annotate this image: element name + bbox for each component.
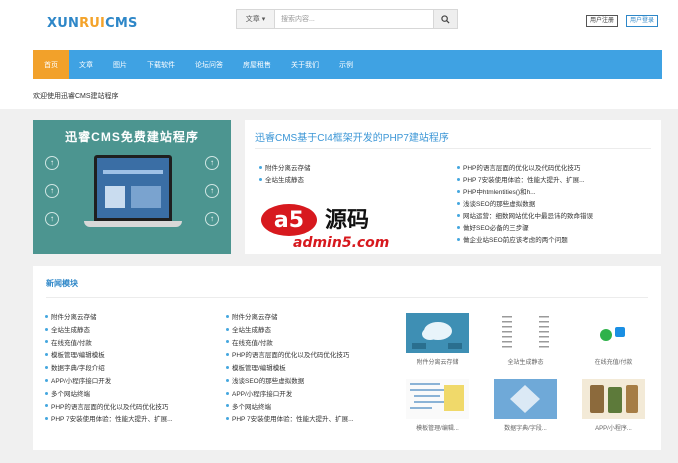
arrow-up-icon: ↑ [205, 156, 219, 170]
logo-text: XUNRUICMS [47, 15, 138, 31]
news-title[interactable]: 新闻模块 [46, 278, 78, 289]
arrow-up-icon: ↑ [45, 156, 59, 170]
thumbnail-card[interactable]: APP/小程序... [582, 379, 645, 432]
thumbnail-card[interactable]: 附件分离云存储 [406, 313, 469, 366]
list-item[interactable]: 全站生成静态 [45, 325, 215, 338]
thumbnail-card[interactable]: 数据字典/字段... [494, 379, 557, 432]
list-item[interactable]: 模板管理/编辑模板 [45, 350, 215, 363]
user-buttons: 用户注册 用户登录 [586, 15, 659, 27]
list-item[interactable]: 附件分离云存储 [45, 312, 215, 325]
featured-list-left: 附件分离云存储 全站生成静态 [259, 163, 311, 187]
list-item[interactable]: 数据字典/字段介绍 [45, 363, 215, 376]
svg-text:a5: a5 [274, 208, 304, 233]
nav-item-images[interactable]: 图片 [103, 50, 137, 79]
thumbnail-image [406, 313, 469, 353]
nav-item-downloads[interactable]: 下载软件 [137, 50, 185, 79]
thumbnail-image [406, 379, 469, 419]
thumbnail-card[interactable]: 全站生成静态 [494, 313, 557, 366]
thumbnail-image [582, 313, 645, 353]
thumbnail-grid: 附件分离云存储 全站生成静态 在线充值/付款 模板管理/编辑... 数据字典/字… [406, 313, 651, 443]
list-item[interactable]: 全站生成静态 [226, 325, 386, 338]
svg-text:源码: 源码 [325, 208, 369, 233]
list-item[interactable]: 附件分离云存储 [259, 163, 311, 175]
nav-item-home[interactable]: 首页 [33, 50, 69, 79]
list-item[interactable]: 多个网站终端 [226, 402, 386, 415]
thumbnail-image [582, 379, 645, 419]
header: XUNRUICMS 文章 ▾ 用户注册 用户登录 [0, 0, 678, 50]
thumbnail-caption: 在线充值/付款 [594, 360, 633, 366]
thumbnail-card[interactable]: 模板管理/编辑... [406, 379, 469, 432]
news-list-left: 附件分离云存储 全站生成静态 在线充值/付款 模板管理/编辑模板 数据字典/字段… [45, 312, 215, 427]
search-bar: 文章 ▾ [236, 9, 458, 29]
arrow-up-icon: ↑ [205, 184, 219, 198]
a5-watermark-logo: a5 源码 admin5.com [261, 204, 389, 251]
thumbnail-image [494, 379, 557, 419]
nav-item-housing[interactable]: 房屋租售 [233, 50, 281, 79]
search-category-select[interactable]: 文章 ▾ [237, 10, 275, 28]
thumbnail-caption: 附件分离云存储 [416, 360, 459, 366]
arrow-up-icon: ↑ [45, 212, 59, 226]
arrow-up-icon: ↑ [45, 184, 59, 198]
list-item[interactable]: PHP 7安装使用体验：性能大提升、扩展... [45, 414, 215, 427]
banner-title: 迅睿CMS免费建站程序 [65, 130, 199, 144]
list-item[interactable]: APP/小程序接口开发 [45, 376, 215, 389]
thumbnail-caption: 数据字典/字段... [504, 426, 547, 432]
list-item[interactable]: 模板管理/编辑模板 [226, 363, 386, 376]
list-item[interactable]: 网站运营：细数网站优化中最忌讳的致命错误 [457, 211, 647, 223]
featured-title[interactable]: 迅睿CMS基于CI4框架开发的PHP7建站程序 [255, 129, 449, 144]
list-item[interactable]: PHP 7安装使用体验：性能大提升、扩展... [226, 414, 386, 427]
thumbnail-caption: APP/小程序... [595, 426, 632, 432]
list-item[interactable]: 做好SEO必备的三步骤 [457, 223, 647, 235]
list-item[interactable]: PHP的语言层面的优化以及代码优化技巧 [226, 350, 386, 363]
site-logo[interactable]: XUNRUICMS [47, 13, 138, 33]
thumbnail-card[interactable]: 在线充值/付款 [582, 313, 645, 366]
list-item[interactable]: APP/小程序接口开发 [226, 389, 386, 402]
laptop-base [84, 221, 182, 227]
list-item[interactable]: PHP中htmlentities()和h... [457, 187, 647, 199]
list-item[interactable]: 浅谈SEO的那些虚拟数据 [226, 376, 386, 389]
list-item[interactable]: 在线充值/付款 [45, 338, 215, 351]
svg-text:admin5.com: admin5.com [293, 235, 389, 251]
banner-slide[interactable]: 迅睿CMS免费建站程序 ↑ ↑ ↑ ↑ ↑ ↑ [33, 120, 231, 254]
news-module: 新闻模块 附件分离云存储 全站生成静态 在线充值/付款 模板管理/编辑模板 数据… [33, 266, 661, 450]
list-item[interactable]: 浅谈SEO的那些虚拟数据 [457, 199, 647, 211]
featured-panel: 迅睿CMS基于CI4框架开发的PHP7建站程序 附件分离云存储 全站生成静态 a… [245, 120, 661, 254]
thumbnail-caption: 全站生成静态 [507, 360, 544, 366]
nav-item-forum[interactable]: 论坛问答 [185, 50, 233, 79]
list-item[interactable]: 全站生成静态 [259, 175, 311, 187]
main-nav: 首页 文章 图片 下载软件 论坛问答 房屋租售 关于我们 示例 [33, 50, 662, 79]
chevron-down-icon: ▾ [261, 16, 266, 23]
list-item[interactable]: 多个网站终端 [45, 389, 215, 402]
list-item[interactable]: 附件分离云存储 [226, 312, 386, 325]
search-category-label: 文章 [245, 16, 260, 23]
laptop-image [94, 155, 172, 221]
arrow-up-icon: ↑ [205, 212, 219, 226]
list-item[interactable]: PHP 7安装使用体验：性能大提升、扩展... [457, 175, 647, 187]
thumbnail-image [494, 313, 557, 353]
nav-item-about[interactable]: 关于我们 [281, 50, 329, 79]
search-icon [441, 14, 450, 24]
list-item[interactable]: 在线充值/付款 [226, 338, 386, 351]
divider [255, 148, 651, 149]
search-input[interactable] [275, 10, 433, 28]
featured-list-right: PHP的语言层面的优化以及代码优化技巧 PHP 7安装使用体验：性能大提升、扩展… [457, 163, 647, 247]
list-item[interactable]: PHP的语言层面的优化以及代码优化技巧 [45, 402, 215, 415]
divider [46, 297, 648, 298]
list-item[interactable]: 做企业站SEO前应该考虑的两个问题 [457, 235, 647, 247]
login-button[interactable]: 用户登录 [626, 15, 659, 27]
search-button[interactable] [433, 10, 457, 28]
thumbnail-caption: 模板管理/编辑... [416, 426, 459, 432]
nav-item-demo[interactable]: 示例 [329, 50, 363, 79]
welcome-text: 欢迎使用迅睿CMS建站程序 [33, 93, 119, 100]
list-item[interactable]: PHP的语言层面的优化以及代码优化技巧 [457, 163, 647, 175]
nav-item-articles[interactable]: 文章 [69, 50, 103, 79]
news-list-middle: 附件分离云存储 全站生成静态 在线充值/付款 PHP的语言层面的优化以及代码优化… [226, 312, 386, 427]
register-button[interactable]: 用户注册 [586, 15, 619, 27]
